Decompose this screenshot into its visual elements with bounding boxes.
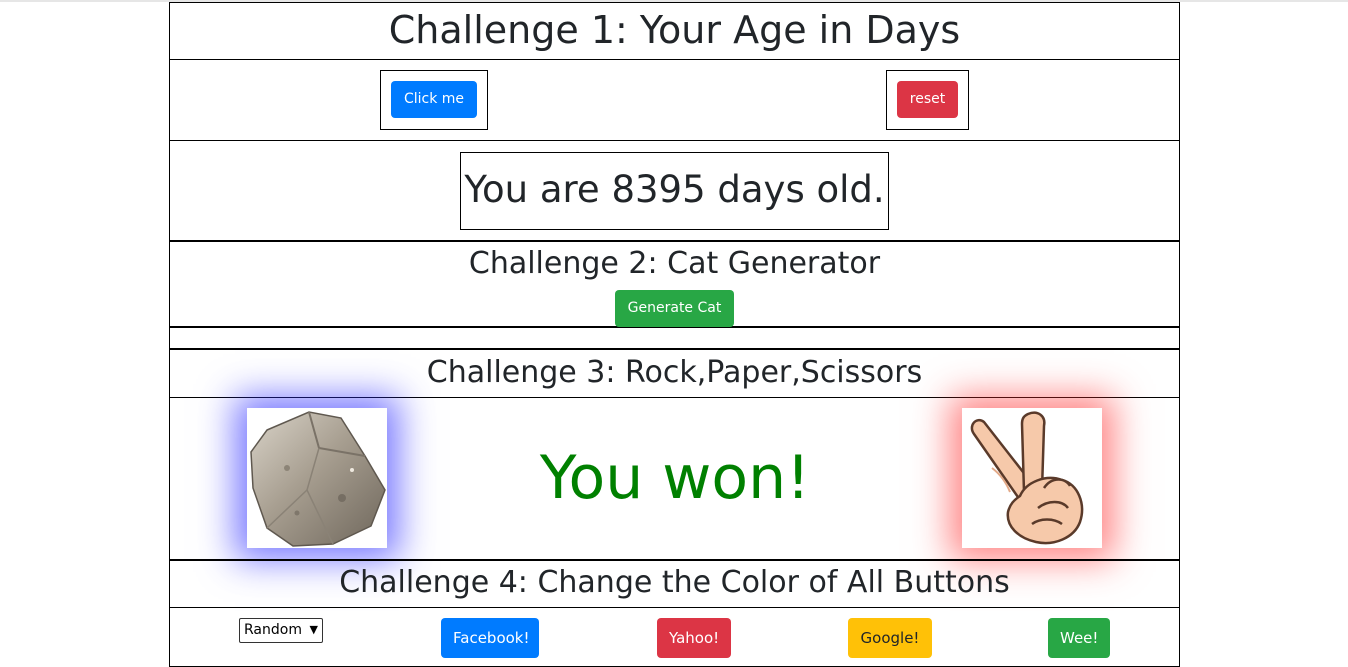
bot-choice-image [962, 408, 1102, 548]
reset-button-frame: reset [886, 70, 969, 130]
age-result-text: You are 8395 days old. [464, 168, 885, 211]
challenge1-buttons-row: Click me reset [169, 59, 1180, 141]
generate-cat-button[interactable]: Generate Cat [615, 290, 734, 327]
challenge2-title: Challenge 2: Cat Generator [468, 246, 881, 281]
yahoo-button[interactable]: Yahoo! [657, 618, 731, 658]
wee-button[interactable]: Wee! [1048, 618, 1110, 658]
challenge4-header: Challenge 4: Change the Color of All But… [169, 559, 1180, 608]
challenge4-title: Challenge 4: Change the Color of All But… [339, 565, 1010, 600]
age-result-frame: You are 8395 days old. [460, 152, 889, 230]
rps-result-text: You won! [539, 443, 811, 513]
player-choice-image [247, 408, 387, 548]
color-select-value: Random [244, 622, 302, 638]
scissors-hand-icon [970, 411, 1084, 545]
facebook-button[interactable]: Facebook! [441, 618, 539, 658]
rps-result-box: You won! [470, 438, 880, 518]
rps-result-row: You won! [169, 397, 1180, 560]
challenge4-buttons-row: Random ▼ Facebook! Yahoo! Google! Wee! [169, 607, 1180, 667]
chevron-down-icon: ▼ [309, 623, 318, 636]
challenge1-header: Challenge 1: Your Age in Days [169, 2, 1180, 60]
color-select[interactable]: Random ▼ [239, 618, 323, 643]
challenge1-result-row: You are 8395 days old. [169, 140, 1180, 241]
challenge3-header: Challenge 3: Rock,Paper,Scissors [169, 348, 1180, 398]
click-me-button[interactable]: Click me [391, 81, 477, 118]
challenge2-section: Challenge 2: Cat Generator Generate Cat [169, 240, 1180, 327]
google-button[interactable]: Google! [848, 618, 932, 658]
reset-button[interactable]: reset [897, 81, 958, 118]
click-button-frame: Click me [380, 70, 488, 130]
page-container: Challenge 1: Your Age in Days Click me r… [169, 2, 1180, 667]
cat-image-container [169, 327, 1180, 349]
challenge3-title: Challenge 3: Rock,Paper,Scissors [426, 355, 923, 390]
rock-icon [250, 411, 386, 547]
challenge1-title: Challenge 1: Your Age in Days [388, 8, 961, 52]
